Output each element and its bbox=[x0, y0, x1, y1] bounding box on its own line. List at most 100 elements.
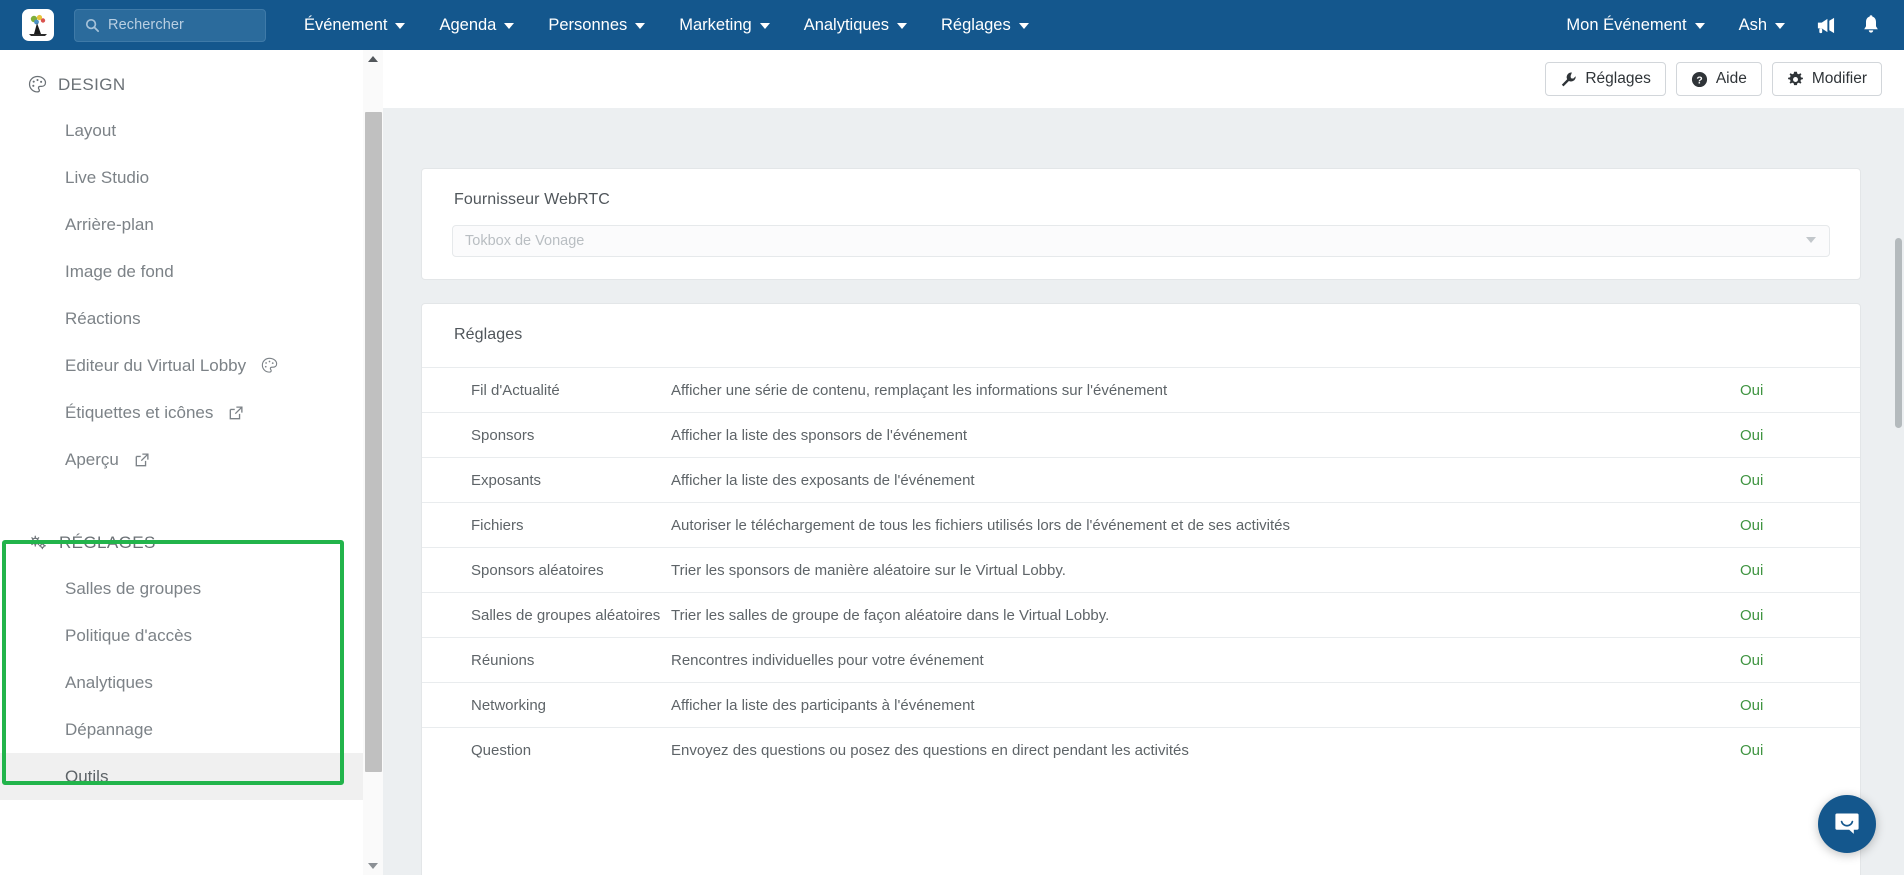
sidebar-section-reglages: RÉGLAGES bbox=[0, 520, 363, 565]
top-navigation-bar: Rechercher Événement Agenda Personnes Ma… bbox=[0, 0, 1904, 50]
scroll-up-arrow-icon[interactable] bbox=[363, 50, 383, 68]
sidebar-item-apercu[interactable]: Aperçu bbox=[0, 436, 363, 483]
main-content: Réglages ? Aide Modifier Fournisseur Web… bbox=[383, 50, 1904, 875]
event-switcher[interactable]: Mon Événement bbox=[1549, 0, 1721, 50]
chevron-down-icon bbox=[1775, 23, 1785, 29]
sidebar-item-salles-de-groupes[interactable]: Salles de groupes bbox=[0, 565, 363, 612]
setting-name: Exposants bbox=[471, 471, 542, 489]
table-row[interactable]: Question Envoyez des questions ou posez … bbox=[422, 727, 1860, 772]
setting-name: Salles de groupes aléatoires bbox=[471, 606, 661, 624]
chevron-down-icon bbox=[1694, 23, 1705, 29]
chat-smile-icon[interactable] bbox=[1818, 795, 1876, 853]
scroll-down-arrow-icon[interactable] bbox=[363, 857, 383, 875]
nav-item-marketing[interactable]: Marketing bbox=[662, 0, 786, 50]
setting-value[interactable]: Oui bbox=[1740, 382, 1860, 399]
bell-icon[interactable] bbox=[1848, 0, 1894, 50]
aide-button[interactable]: ? Aide bbox=[1675, 62, 1762, 96]
setting-description: Autoriser le téléchargement de tous les … bbox=[671, 516, 1290, 534]
table-row[interactable]: Exposants Afficher la liste des exposant… bbox=[422, 457, 1860, 502]
chevron-down-icon bbox=[635, 23, 646, 29]
sidebar-item-editeur-virtual-lobby[interactable]: Editeur du Virtual Lobby bbox=[0, 342, 363, 389]
setting-value[interactable]: Oui bbox=[1740, 742, 1860, 759]
nav-right-group: Mon Événement Ash bbox=[1549, 0, 1904, 50]
setting-value[interactable]: Oui bbox=[1740, 562, 1860, 579]
webrtc-provider-card: Fournisseur WebRTC Tokbox de Vonage bbox=[421, 168, 1861, 280]
setting-name: Sponsors aléatoires bbox=[471, 561, 604, 579]
table-row[interactable]: Salles de groupes aléatoires Trier les s… bbox=[422, 592, 1860, 637]
table-row[interactable]: Réunions Rencontres individuelles pour v… bbox=[422, 637, 1860, 682]
table-row[interactable]: Fichiers Autoriser le téléchargement de … bbox=[422, 502, 1860, 547]
sidebar-item-politique-dacces[interactable]: Politique d'accès bbox=[0, 612, 363, 659]
sidebar-item-layout[interactable]: Layout bbox=[0, 107, 363, 154]
sidebar-item-outils[interactable]: Outils bbox=[0, 753, 363, 800]
setting-value[interactable]: Oui bbox=[1740, 427, 1860, 444]
chevron-down-icon bbox=[897, 23, 908, 29]
sidebar-item-reactions[interactable]: Réactions bbox=[0, 295, 363, 342]
sidebar-item-label: Arrière-plan bbox=[65, 214, 154, 234]
table-row[interactable]: Sponsors Afficher la liste des sponsors … bbox=[422, 412, 1860, 457]
gear-icon bbox=[1787, 71, 1803, 85]
table-row[interactable]: Sponsors aléatoires Trier les sponsors d… bbox=[422, 547, 1860, 592]
nav-item-evenement[interactable]: Événement bbox=[287, 0, 422, 50]
setting-name: Réunions bbox=[471, 651, 535, 669]
nav-item-personnes[interactable]: Personnes bbox=[531, 0, 662, 50]
megaphone-icon[interactable] bbox=[1802, 0, 1848, 50]
button-label: Modifier bbox=[1811, 70, 1867, 87]
setting-value[interactable]: Oui bbox=[1740, 607, 1860, 624]
content-scrollbar-thumb[interactable] bbox=[1895, 238, 1902, 428]
table-row[interactable]: Fil d'Actualité Afficher une série de co… bbox=[422, 367, 1860, 412]
setting-description: Trier les salles de groupe de façon aléa… bbox=[671, 606, 1110, 624]
external-link-icon bbox=[230, 405, 243, 419]
setting-name: Networking bbox=[471, 696, 547, 714]
nav-label: Marketing bbox=[679, 15, 752, 34]
reglages-button[interactable]: Réglages bbox=[1545, 62, 1666, 96]
sidebar-item-live-studio[interactable]: Live Studio bbox=[0, 154, 363, 201]
user-menu[interactable]: Ash bbox=[1722, 0, 1802, 50]
sidebar-item-depannage[interactable]: Dépannage bbox=[0, 706, 363, 753]
nav-label: Analytiques bbox=[803, 15, 890, 34]
setting-description: Envoyez des questions ou posez des quest… bbox=[671, 741, 1189, 759]
setting-value[interactable]: Oui bbox=[1740, 472, 1860, 489]
sidebar-item-label: Politique d'accès bbox=[65, 625, 193, 645]
sidebar-item-label: Étiquettes et icônes bbox=[65, 402, 214, 422]
webrtc-provider-select[interactable]: Tokbox de Vonage bbox=[452, 225, 1830, 257]
sidebar-item-label: Editeur du Virtual Lobby bbox=[65, 355, 247, 375]
card-title: Réglages bbox=[454, 326, 523, 343]
button-label: Réglages bbox=[1585, 70, 1651, 87]
sidebar-item-label: Image de fond bbox=[65, 261, 174, 281]
setting-description: Afficher la liste des exposants de l'évé… bbox=[671, 471, 975, 489]
sidebar-scrollbar-thumb[interactable] bbox=[365, 112, 382, 772]
setting-value[interactable]: Oui bbox=[1740, 517, 1860, 534]
setting-value[interactable]: Oui bbox=[1740, 652, 1860, 669]
modifier-button[interactable]: Modifier bbox=[1771, 62, 1882, 96]
help-circle-icon: ? bbox=[1691, 71, 1707, 87]
setting-name: Question bbox=[471, 741, 532, 759]
sidebar-item-image-de-fond[interactable]: Image de fond bbox=[0, 248, 363, 295]
gears-icon bbox=[29, 535, 46, 550]
sidebar-item-arriere-plan[interactable]: Arrière-plan bbox=[0, 201, 363, 248]
setting-description: Afficher la liste des sponsors de l'évén… bbox=[671, 426, 968, 444]
setting-description: Trier les sponsors de manière aléatoire … bbox=[671, 561, 1066, 579]
nav-item-agenda[interactable]: Agenda bbox=[422, 0, 531, 50]
table-row[interactable]: Networking Afficher la liste des partici… bbox=[422, 682, 1860, 727]
setting-value[interactable]: Oui bbox=[1740, 697, 1860, 714]
left-sidebar: DESIGN Layout Live Studio Arrière-plan I… bbox=[0, 50, 363, 875]
svg-text:?: ? bbox=[1696, 75, 1702, 86]
settings-table: Fil d'Actualité Afficher une série de co… bbox=[422, 367, 1860, 772]
event-logo-icon[interactable] bbox=[22, 9, 54, 41]
sidebar-item-analytiques[interactable]: Analytiques bbox=[0, 659, 363, 706]
setting-name: Fil d'Actualité bbox=[471, 381, 560, 399]
sidebar-item-etiquettes-et-icones[interactable]: Étiquettes et icônes bbox=[0, 389, 363, 436]
chevron-down-icon bbox=[1806, 237, 1816, 243]
setting-description: Afficher la liste des participants à l'é… bbox=[671, 696, 975, 714]
user-menu-label: Ash bbox=[1738, 15, 1767, 34]
event-switcher-label: Mon Événement bbox=[1566, 15, 1687, 34]
nav-item-analytiques[interactable]: Analytiques bbox=[787, 0, 924, 50]
sidebar-item-label: Aperçu bbox=[65, 449, 119, 469]
external-link-icon bbox=[135, 452, 149, 466]
select-value: Tokbox de Vonage bbox=[465, 233, 585, 249]
sidebar-scrollbar[interactable] bbox=[363, 50, 383, 875]
nav-item-reglages[interactable]: Réglages bbox=[924, 0, 1046, 50]
search-input[interactable]: Rechercher bbox=[74, 8, 266, 42]
section-title: DESIGN bbox=[58, 74, 126, 94]
